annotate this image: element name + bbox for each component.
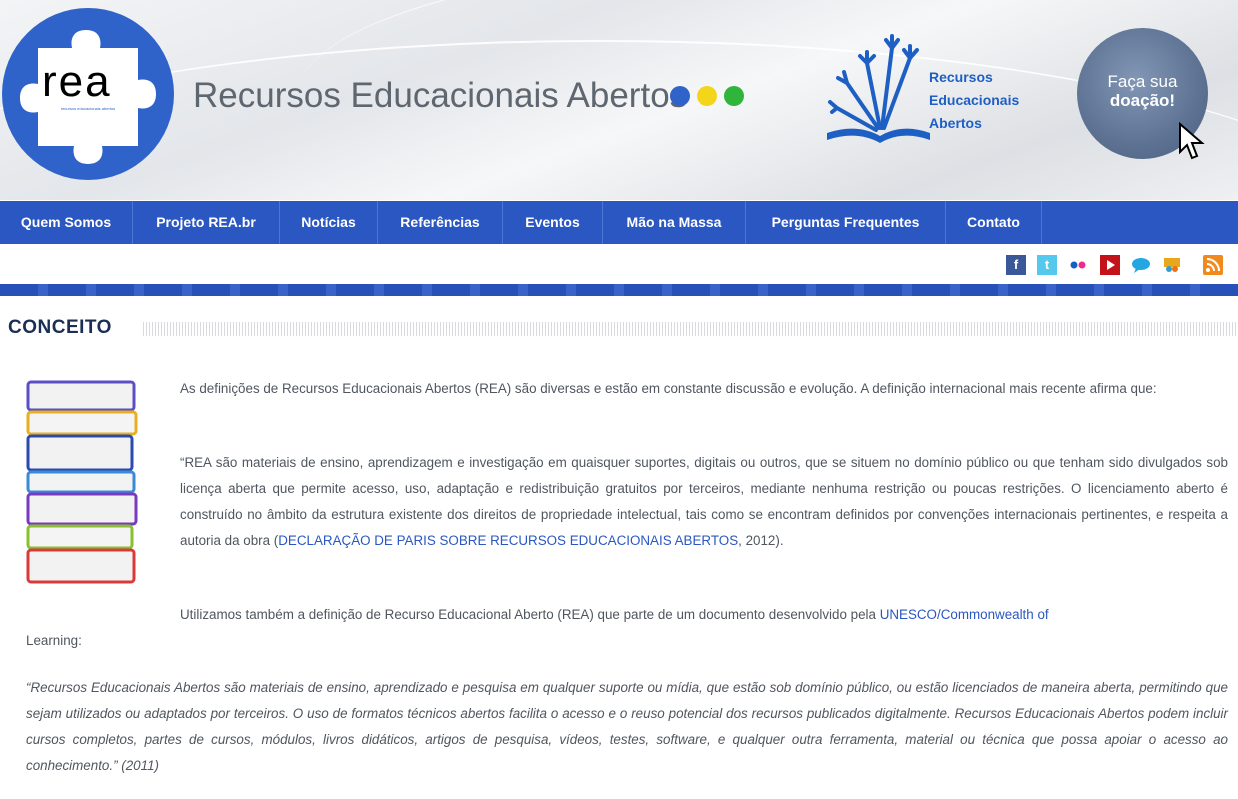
side-logo-line: Recursos bbox=[929, 69, 993, 85]
side-logo-text: Recursos Educacionais Abertos bbox=[929, 66, 1019, 135]
nav-item-mao-na-massa[interactable]: Mão na Massa bbox=[603, 201, 746, 244]
color-dots bbox=[670, 86, 751, 111]
hands-book-icon bbox=[827, 34, 930, 143]
title-rule bbox=[143, 322, 1238, 336]
nav-item-perguntas[interactable]: Perguntas Frequentes bbox=[746, 201, 946, 244]
logo-subtext: recursos educacionais abertos bbox=[60, 106, 116, 111]
twitter-icon[interactable]: t bbox=[1037, 255, 1057, 275]
side-logo-line: Abertos bbox=[929, 115, 982, 131]
rea-logo[interactable]: rea recursos educacionais abertos bbox=[2, 8, 174, 180]
books-stack-image bbox=[26, 380, 138, 584]
nav-item-eventos[interactable]: Eventos bbox=[503, 201, 603, 244]
donate-label: Faça sua doação! bbox=[1077, 72, 1208, 110]
nav-item-referencias[interactable]: Referências bbox=[378, 201, 503, 244]
main-nav: Quem Somos Projeto REA.br Notícias Refer… bbox=[0, 201, 1238, 244]
rss-icon[interactable] bbox=[1203, 255, 1223, 275]
nav-item-projeto[interactable]: Projeto REA.br bbox=[133, 201, 280, 244]
paris-declaration-link[interactable]: DECLARAÇÃO DE PARIS SOBRE RECURSOS EDUCA… bbox=[278, 533, 738, 548]
youtube-icon[interactable] bbox=[1100, 255, 1120, 275]
yellow-dot bbox=[697, 86, 717, 106]
side-logo-line: Educacionais bbox=[929, 92, 1020, 108]
site-title[interactable]: Recursos Educacionais Abertos bbox=[193, 76, 687, 116]
nav-item-noticias[interactable]: Notícias bbox=[280, 201, 378, 244]
donate-line1: Faça sua bbox=[1107, 72, 1178, 91]
unesco-link[interactable]: UNESCO/Commonwealth of bbox=[880, 607, 1049, 622]
header-divider bbox=[0, 284, 1238, 296]
site-header: rea recursos educacionais abertos Recurs… bbox=[0, 0, 1238, 200]
nav-item-contato[interactable]: Contato bbox=[946, 201, 1042, 244]
paragraph-definition: “REA são materiais de ensino, aprendizag… bbox=[180, 450, 1228, 554]
facebook-icon[interactable]: f bbox=[1006, 255, 1026, 275]
blue-dot bbox=[670, 86, 690, 106]
green-dot bbox=[724, 86, 744, 106]
unesco-quote: “Recursos Educacionais Abertos são mater… bbox=[26, 680, 1228, 773]
logo-text: rea bbox=[42, 57, 112, 106]
social-bar: f t bbox=[0, 244, 1238, 284]
chat-icon[interactable] bbox=[1131, 255, 1151, 275]
unesco-text: Utilizamos também a definição de Recurso… bbox=[180, 607, 880, 622]
cursor-icon bbox=[1179, 122, 1205, 160]
nav-item-quem-somos[interactable]: Quem Somos bbox=[0, 201, 133, 244]
paragraph-unesco: Utilizamos também a definição de Recurso… bbox=[180, 602, 1228, 628]
donate-line2: doação! bbox=[1109, 91, 1176, 110]
flickr-icon[interactable] bbox=[1068, 255, 1088, 275]
definition-end: , 2012). bbox=[738, 533, 784, 548]
slideshare-icon[interactable] bbox=[1162, 255, 1182, 275]
paragraph-unesco-end: Learning: bbox=[26, 633, 82, 648]
page-title: CONCEITO bbox=[8, 317, 112, 338]
paragraph-intro: As definições de Recursos Educacionais A… bbox=[180, 381, 1157, 396]
